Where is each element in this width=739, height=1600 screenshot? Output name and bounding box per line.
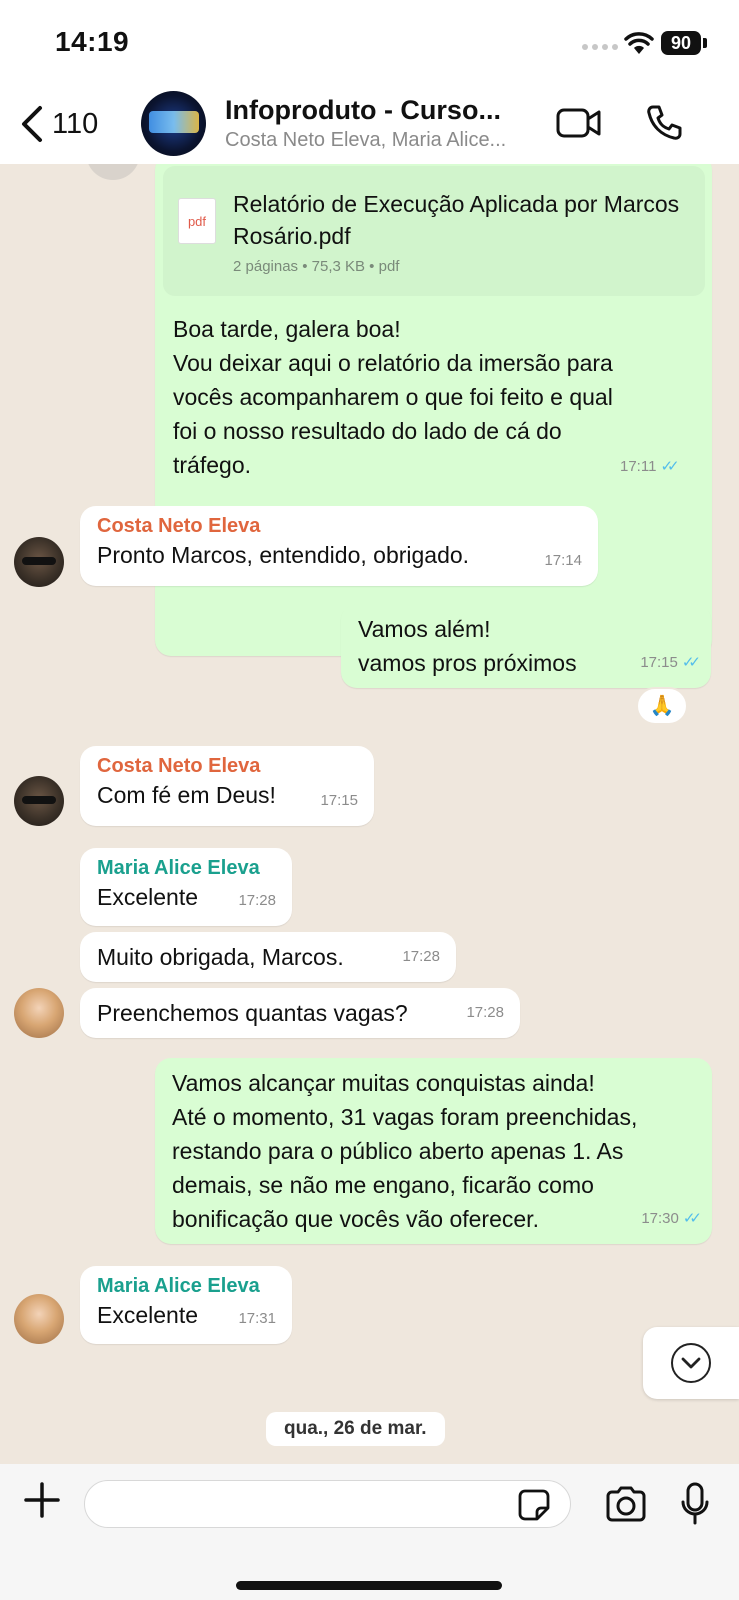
chat-title[interactable]: Infoproduto - Curso... — [225, 95, 501, 126]
message-text: Muito obrigada, Marcos. — [97, 944, 344, 970]
group-logo — [149, 111, 199, 133]
message-time: 17:30 ✓✓ — [641, 1202, 702, 1236]
status-time: 14:19 — [55, 26, 130, 57]
chevron-down-icon — [671, 1343, 711, 1383]
cellular-signal-icon — [582, 44, 618, 50]
phone-call-icon[interactable] — [644, 103, 684, 143]
unread-count: 110 — [52, 107, 99, 140]
message-bubble-outgoing[interactable]: Vamos além! vamos pros próximos 17:15 ✓✓ — [341, 604, 711, 688]
message-time: 17:28 — [402, 948, 440, 965]
sender-name[interactable]: Maria Alice Eleva — [97, 856, 275, 880]
chat-messages[interactable]: pdf Relatório de Execução Aplicada por M… — [0, 164, 739, 1464]
message-bubble-incoming[interactable]: Maria Alice Eleva Excelente 17:28 — [80, 848, 292, 926]
attachment-name: Relatório de Execução Aplicada por Marco… — [233, 191, 680, 249]
message-text: restando para o público aberto apenas 1.… — [172, 1138, 624, 1164]
camera-icon[interactable] — [604, 1486, 648, 1522]
chat-participants[interactable]: Costa Neto Eleva, Maria Alice... — [225, 129, 506, 152]
message-text: Preenchemos quantas vagas? — [97, 1000, 408, 1026]
pdf-file-icon: pdf — [178, 198, 216, 244]
avatar[interactable] — [14, 988, 64, 1038]
message-time: 17:14 — [544, 552, 582, 569]
message-text: Boa tarde, galera boa! Vou deixar aqui o… — [173, 316, 613, 478]
avatar[interactable] — [14, 776, 64, 826]
home-indicator — [236, 1581, 502, 1590]
sticker-icon[interactable] — [517, 1488, 551, 1522]
status-bar: 14:19 90 — [0, 0, 739, 88]
message-text: Vamos além! — [358, 616, 491, 642]
sender-name[interactable]: Costa Neto Eleva — [97, 754, 357, 778]
battery-icon: 90 — [661, 31, 701, 55]
wifi-icon — [624, 32, 654, 54]
message-time: 17:15 ✓✓ — [640, 646, 701, 680]
avatar[interactable] — [14, 1294, 64, 1344]
group-avatar[interactable] — [141, 91, 206, 156]
sender-name[interactable]: Maria Alice Eleva — [97, 1274, 275, 1298]
message-time: 17:15 — [320, 792, 358, 809]
read-ticks-icon: ✓✓ — [682, 1210, 702, 1227]
scroll-to-bottom-button[interactable] — [643, 1327, 739, 1399]
message-input[interactable] — [84, 1480, 571, 1528]
avatar[interactable] — [14, 537, 64, 587]
plus-icon[interactable] — [22, 1480, 62, 1520]
message-bubble-incoming[interactable]: Costa Neto Eleva Com fé em Deus! 17:15 — [80, 746, 374, 826]
read-ticks-icon: ✓✓ — [660, 458, 679, 475]
compose-bar — [0, 1464, 739, 1600]
message-bubble-incoming[interactable]: Costa Neto Eleva Pronto Marcos, entendid… — [80, 506, 598, 586]
message-bubble-incoming[interactable]: Preenchemos quantas vagas? 17:28 — [80, 988, 520, 1038]
message-text: Até o momento, 31 vagas foram preenchida… — [172, 1104, 638, 1130]
microphone-icon[interactable] — [680, 1482, 710, 1526]
message-bubble-outgoing[interactable]: Vamos alcançar muitas conquistas ainda! … — [155, 1058, 712, 1244]
battery-tip — [703, 38, 707, 48]
message-reaction[interactable]: 🙏 — [636, 687, 688, 725]
message-time: 17:31 — [238, 1310, 276, 1327]
message-text: Pronto Marcos, entendido, obrigado. — [97, 542, 470, 568]
message-time: 17:28 — [238, 892, 276, 909]
message-text: bonificação que vocês vão oferecer. — [172, 1206, 539, 1232]
pdf-attachment[interactable]: pdf Relatório de Execução Aplicada por M… — [163, 166, 705, 296]
back-button[interactable]: 110 — [18, 104, 98, 144]
date-separator: qua., 26 de mar. — [266, 1412, 445, 1446]
message-text: demais, se não me engano, ficarão como — [172, 1172, 594, 1198]
chat-header: 110 Infoproduto - Curso... Costa Neto El… — [0, 88, 739, 164]
read-ticks-icon: ✓✓ — [681, 654, 701, 671]
video-call-icon[interactable] — [555, 106, 603, 140]
attachment-meta: 2 páginas • 75,3 KB • pdf — [233, 258, 400, 275]
chevron-left-icon — [22, 106, 42, 142]
message-text: Vamos alcançar muitas conquistas ainda! — [172, 1070, 595, 1096]
sender-name[interactable]: Costa Neto Eleva — [97, 514, 581, 538]
message-time: 17:11 ✓✓ — [620, 457, 680, 476]
message-bubble-incoming[interactable]: Muito obrigada, Marcos. 17:28 — [80, 932, 456, 982]
avatar — [86, 164, 140, 180]
message-text: Com fé em Deus! — [97, 782, 276, 808]
message-bubble-incoming[interactable]: Maria Alice Eleva Excelente 17:31 — [80, 1266, 292, 1344]
message-time: 17:28 — [466, 1004, 504, 1021]
